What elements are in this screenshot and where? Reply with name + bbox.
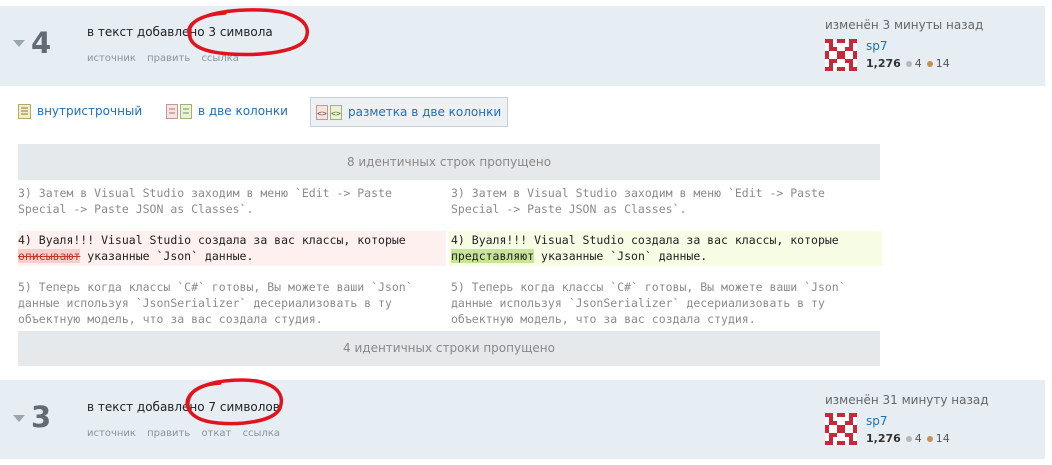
- reputation: 1,276: [866, 57, 901, 70]
- revision-summary: в текст добавлено 3 символа: [87, 25, 273, 39]
- left-line-3: 3) Затем в Visual Studio заходим в меню …: [18, 185, 392, 217]
- revision-number: 3: [31, 400, 52, 434]
- left-line-5c: объектную модель, что за вас создала сту…: [18, 312, 323, 326]
- right-line-4b-rest: указанные `Json` данные.: [534, 249, 708, 263]
- bronze-count: 14: [935, 432, 950, 445]
- markup-side-by-side-icon: <> <>: [316, 104, 342, 120]
- edited-time: изменён 3 минуты назад: [825, 18, 984, 32]
- user-stats: 1,276 4 14: [866, 432, 950, 445]
- skipped-lines-top[interactable]: 8 идентичных строк пропущено: [18, 144, 880, 180]
- tab-inline[interactable]: внутристрочный: [18, 97, 142, 125]
- tab-markup-side-by-side-label: разметка в две колонки: [348, 105, 502, 119]
- revision-links: источник править ссылка: [87, 53, 247, 64]
- revision-links: источник править откат ссылка: [87, 428, 288, 439]
- collapse-caret-icon[interactable]: [13, 40, 25, 47]
- permalink-link[interactable]: ссылка: [201, 53, 238, 64]
- right-line-4-added: 4) Вуаля!!! Visual Studio создала за вас…: [449, 231, 882, 266]
- tab-side-by-side-label: в две колонки: [198, 104, 288, 118]
- revision-4-header: 4 в текст добавлено 3 символа источник п…: [0, 6, 1045, 86]
- left-line-4a: 4) Вуаля!!! Visual Studio создала за вас…: [18, 233, 406, 247]
- left-line-5: 5) Теперь когда классы `C#` готовы, Вы м…: [18, 279, 413, 327]
- right-line-4b: представляют указанные `Json` данные.: [451, 248, 882, 264]
- bronze-badge-icon: [926, 435, 933, 442]
- revision-3-header: 3 в текст добавлено 7 символов источник …: [0, 380, 1045, 459]
- right-line-5a: 5) Теперь когда классы `C#` готовы, Вы м…: [451, 280, 846, 294]
- silver-badge-icon: [905, 435, 912, 442]
- right-line-4a: 4) Вуаля!!! Visual Studio создала за вас…: [451, 233, 839, 247]
- user-name[interactable]: sp7: [866, 414, 888, 428]
- source-link[interactable]: источник: [87, 53, 136, 64]
- left-line-5b: данные используя `JsonSerializer` десери…: [18, 296, 392, 310]
- skipped-lines-bottom[interactable]: 4 идентичных строки пропущено: [18, 331, 880, 366]
- permalink-link[interactable]: ссылка: [243, 428, 280, 439]
- side-by-side-icon: [166, 103, 192, 119]
- collapse-caret-icon[interactable]: [13, 415, 25, 422]
- inline-view-icon: [18, 103, 31, 119]
- left-line-3a: 3) Затем в Visual Studio заходим в меню …: [18, 186, 392, 200]
- rollback-link[interactable]: откат: [201, 428, 231, 439]
- svg-text:<>: <>: [317, 109, 327, 118]
- reputation: 1,276: [866, 432, 901, 445]
- left-line-3b: Special -> Paste JSON as Classes`.: [18, 202, 254, 216]
- edited-time: изменён 31 минуту назад: [825, 393, 989, 407]
- tab-inline-label: внутристрочный: [37, 104, 143, 118]
- edit-link[interactable]: править: [147, 53, 190, 64]
- bronze-badge-icon: [926, 60, 933, 67]
- left-line-5a: 5) Теперь когда классы `C#` готовы, Вы м…: [18, 280, 413, 294]
- silver-badge-icon: [905, 60, 912, 67]
- right-line-5b: данные используя `JsonSerializer` десери…: [451, 296, 825, 310]
- left-line-4b-rest: указанные `Json` данные.: [80, 249, 254, 263]
- removed-word: описывают: [18, 249, 81, 263]
- user-avatar[interactable]: [825, 39, 857, 71]
- user-stats: 1,276 4 14: [866, 57, 950, 70]
- user-avatar[interactable]: [825, 413, 857, 445]
- silver-count: 4: [914, 57, 922, 70]
- revision-number: 4: [31, 26, 52, 60]
- left-line-4b: описывают указанные `Json` данные.: [18, 248, 446, 264]
- edit-link[interactable]: править: [147, 428, 190, 439]
- right-line-5c: объектную модель, что за вас создала сту…: [451, 312, 756, 326]
- bronze-count: 14: [935, 57, 950, 70]
- tab-markup-side-by-side[interactable]: <> <> разметка в две колонки: [310, 97, 509, 127]
- tab-side-by-side[interactable]: в две колонки: [166, 97, 288, 125]
- right-line-5: 5) Теперь когда классы `C#` готовы, Вы м…: [451, 279, 846, 327]
- silver-count: 4: [914, 432, 922, 445]
- right-line-3: 3) Затем в Visual Studio заходим в меню …: [451, 185, 825, 217]
- source-link[interactable]: источник: [87, 428, 136, 439]
- revision-summary: в текст добавлено 7 символов: [87, 400, 280, 414]
- left-line-4-removed: 4) Вуаля!!! Visual Studio создала за вас…: [18, 231, 446, 266]
- added-word: представляют: [451, 249, 535, 263]
- right-line-3b: Special -> Paste JSON as Classes`.: [451, 202, 687, 216]
- user-name[interactable]: sp7: [866, 39, 888, 53]
- right-line-3a: 3) Затем в Visual Studio заходим в меню …: [451, 186, 825, 200]
- svg-text:<>: <>: [331, 109, 341, 118]
